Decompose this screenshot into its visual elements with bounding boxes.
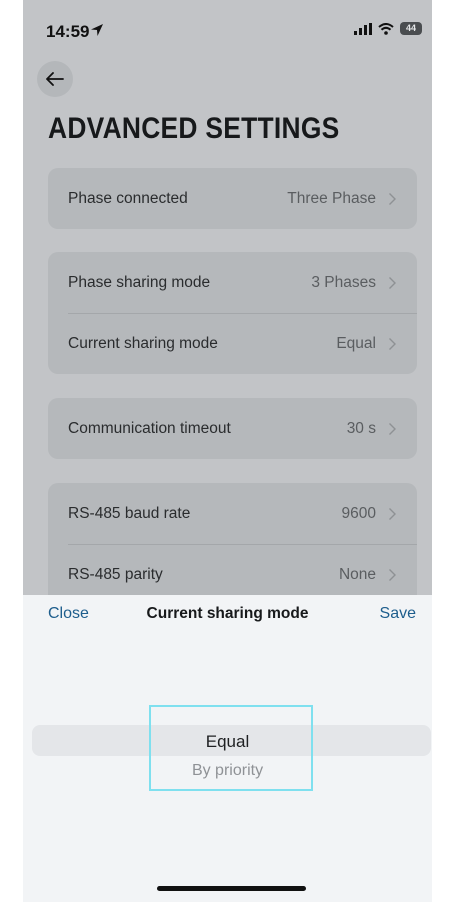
back-button[interactable]	[37, 61, 73, 97]
status-time: 14:59	[46, 22, 90, 41]
location-arrow-icon	[91, 24, 103, 36]
sheet-title: Current sharing mode	[146, 605, 309, 622]
setting-value: None	[338, 565, 376, 583]
chevron-right-icon	[389, 507, 396, 520]
battery-icon: 44	[400, 22, 422, 35]
setting-value: Equal	[336, 334, 376, 352]
settings-card-sharing: Phase sharing mode 3 Phases Current shar…	[48, 252, 417, 374]
setting-row-rs485-baud-rate[interactable]: RS-485 baud rate 9600	[48, 483, 417, 544]
setting-row-phase-connected[interactable]: Phase connected Three Phase	[48, 168, 417, 229]
setting-label: Current sharing mode	[68, 334, 218, 352]
settings-card-timeout: Communication timeout 30 s	[48, 398, 417, 459]
setting-row-current-sharing-mode[interactable]: Current sharing mode Equal	[48, 313, 417, 374]
setting-label: RS-485 baud rate	[68, 504, 191, 522]
setting-row-communication-timeout[interactable]: Communication timeout 30 s	[48, 398, 417, 459]
setting-value: 30 s	[346, 419, 376, 437]
signal-icon	[354, 22, 372, 35]
arrow-left-icon	[46, 72, 64, 86]
setting-value: 3 Phases	[311, 273, 376, 291]
phone-screen: 14:59 44 ADVANCED SETTINGS Phase connect…	[23, 0, 432, 902]
save-button[interactable]: Save	[380, 605, 416, 623]
chevron-right-icon	[389, 337, 396, 350]
page-title: ADVANCED SETTINGS	[48, 112, 340, 145]
setting-value: 9600	[341, 504, 376, 522]
setting-label: Phase sharing mode	[68, 273, 211, 291]
setting-label: RS-485 parity	[68, 565, 163, 583]
picker-sheet: Close Current sharing mode Save Equal By…	[23, 595, 432, 902]
settings-card-phase: Phase connected Three Phase	[48, 168, 417, 229]
home-indicator	[157, 886, 306, 891]
chevron-right-icon	[389, 192, 396, 205]
setting-label: Communication timeout	[68, 419, 231, 437]
picker-wheel[interactable]	[149, 705, 313, 791]
chevron-right-icon	[389, 568, 396, 581]
wifi-icon	[378, 22, 394, 35]
setting-label: Phase connected	[68, 189, 188, 207]
setting-value: Three Phase	[287, 189, 376, 207]
status-icons: 44	[354, 22, 422, 35]
chevron-right-icon	[389, 276, 396, 289]
chevron-right-icon	[389, 422, 396, 435]
setting-row-phase-sharing-mode[interactable]: Phase sharing mode 3 Phases	[48, 252, 417, 313]
